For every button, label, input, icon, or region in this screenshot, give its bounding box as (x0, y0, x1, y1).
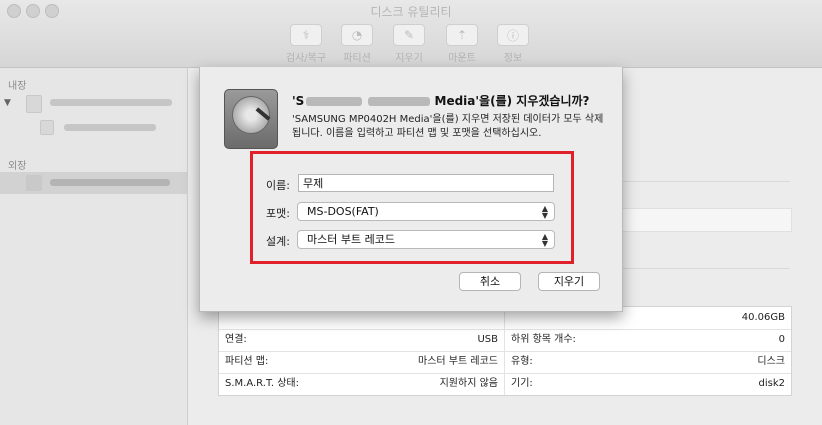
info-key: S.M.A.R.T. 상태: (225, 378, 299, 389)
info-value: 40.06GB (741, 312, 785, 323)
sidebar-item-internal-disk[interactable] (50, 99, 172, 106)
internal-disk-icon (26, 95, 42, 113)
toolbar-mount[interactable]: ⇡ 마운트 (436, 24, 488, 64)
erase-dialog: 'S Media'을(를) 지우겠습니까? 'SAMSUNG MP0402H M… (199, 67, 623, 312)
format-label: 포맷: (266, 207, 290, 220)
disclosure-triangle-icon[interactable]: ▼ (4, 98, 11, 108)
window-titlebar: 디스크 유틸리티 ⚕ 검사/복구 ◔ 파티션 ✎ 지우기 ⇡ 마운트 ⓘ 정보 (0, 0, 822, 68)
toolbar-info[interactable]: ⓘ 정보 (487, 24, 539, 64)
chevron-updown-icon: ▲ ▼ (541, 204, 548, 220)
dialog-title: 'S Media'을(를) 지우겠습니까? (292, 92, 590, 109)
format-select-value: MS-DOS(FAT) (307, 205, 379, 218)
info-key: 유형: (511, 356, 533, 367)
toolbar-label: 마운트 (448, 53, 476, 64)
info-value: disk2 (758, 378, 786, 389)
info-key: 기기: (511, 378, 533, 389)
erase-button[interactable]: 지우기 (538, 272, 600, 291)
toolbar-label: 정보 (503, 53, 523, 64)
info-key: 파티션 맵: (225, 356, 269, 367)
info-key: 연결: (225, 334, 247, 345)
info-value: 마스터 부트 레코드 (418, 356, 498, 367)
scheme-select[interactable]: 마스터 부트 레코드 ▲ ▼ (297, 230, 555, 249)
dialog-message: 'SAMSUNG MP0402H Media'을(를) 지우면 저장된 데이터가… (292, 114, 604, 139)
toolbar-label: 지우기 (395, 53, 423, 64)
pie-chart-icon: ◔ (341, 24, 373, 46)
cancel-button[interactable]: 취소 (459, 272, 521, 291)
redacted-text (368, 97, 431, 106)
scheme-select-value: 마스터 부트 레코드 (307, 233, 395, 246)
info-row-type: 유형: 디스크 (505, 351, 791, 373)
info-value: USB (477, 334, 498, 345)
info-value: 지원하지 않음 (439, 378, 498, 389)
toolbar-label: 검사/복구 (285, 53, 327, 64)
sidebar: 내장 ▼ 외장 (0, 68, 188, 425)
mount-icon: ⇡ (446, 24, 478, 46)
info-row-partition-map: 파티션 맵: 마스터 부트 레코드 (219, 351, 504, 373)
toolbar-first-aid[interactable]: ⚕ 검사/복구 (280, 24, 332, 64)
dialog-title-prefix: 'S (292, 94, 305, 108)
info-icon: ⓘ (497, 24, 529, 46)
hard-drive-icon (224, 89, 278, 149)
info-value: 0 (778, 334, 785, 345)
external-disk-icon (26, 175, 42, 191)
divider (608, 181, 790, 182)
info-row-child-count: 하위 항목 개수: 0 (505, 329, 791, 351)
scheme-label: 설계: (266, 235, 290, 248)
external-disk-name (50, 179, 170, 186)
info-row-smart-status: S.M.A.R.T. 상태: 지원하지 않음 (219, 373, 504, 395)
chevron-updown-icon: ▲ ▼ (541, 232, 548, 248)
sidebar-section-internal: 내장 (8, 81, 27, 92)
sidebar-section-external: 외장 (8, 161, 27, 172)
info-key: 하위 항목 개수: (511, 334, 576, 345)
format-select[interactable]: MS-DOS(FAT) ▲ ▼ (297, 202, 555, 221)
stethoscope-icon: ⚕ (290, 24, 322, 46)
internal-volume-icon (40, 120, 54, 135)
toolbar-partition[interactable]: ◔ 파티션 (331, 24, 383, 64)
eraser-icon: ✎ (393, 24, 425, 46)
sidebar-item-internal-volume[interactable] (64, 124, 156, 131)
divider (608, 268, 790, 269)
toolbar-label: 파티션 (343, 53, 371, 64)
dialog-title-suffix: Media'을(를) 지우겠습니까? (430, 94, 590, 108)
redacted-text (306, 97, 363, 106)
window-title: 디스크 유틸리티 (370, 5, 452, 19)
toolbar-erase[interactable]: ✎ 지우기 (383, 24, 435, 64)
info-row-device: 기기: disk2 (505, 373, 791, 395)
usage-bar (620, 208, 792, 232)
info-row-connection: 연결: USB (219, 329, 504, 351)
sidebar-item-external-disk[interactable] (0, 172, 187, 194)
name-label: 이름: (266, 179, 290, 192)
info-value: 디스크 (757, 356, 785, 367)
name-input[interactable] (298, 174, 554, 192)
disk-info-panel: 40.06GB 연결: USB 파티션 맵: 마스터 부트 레코드 S.M.A.… (218, 306, 792, 396)
